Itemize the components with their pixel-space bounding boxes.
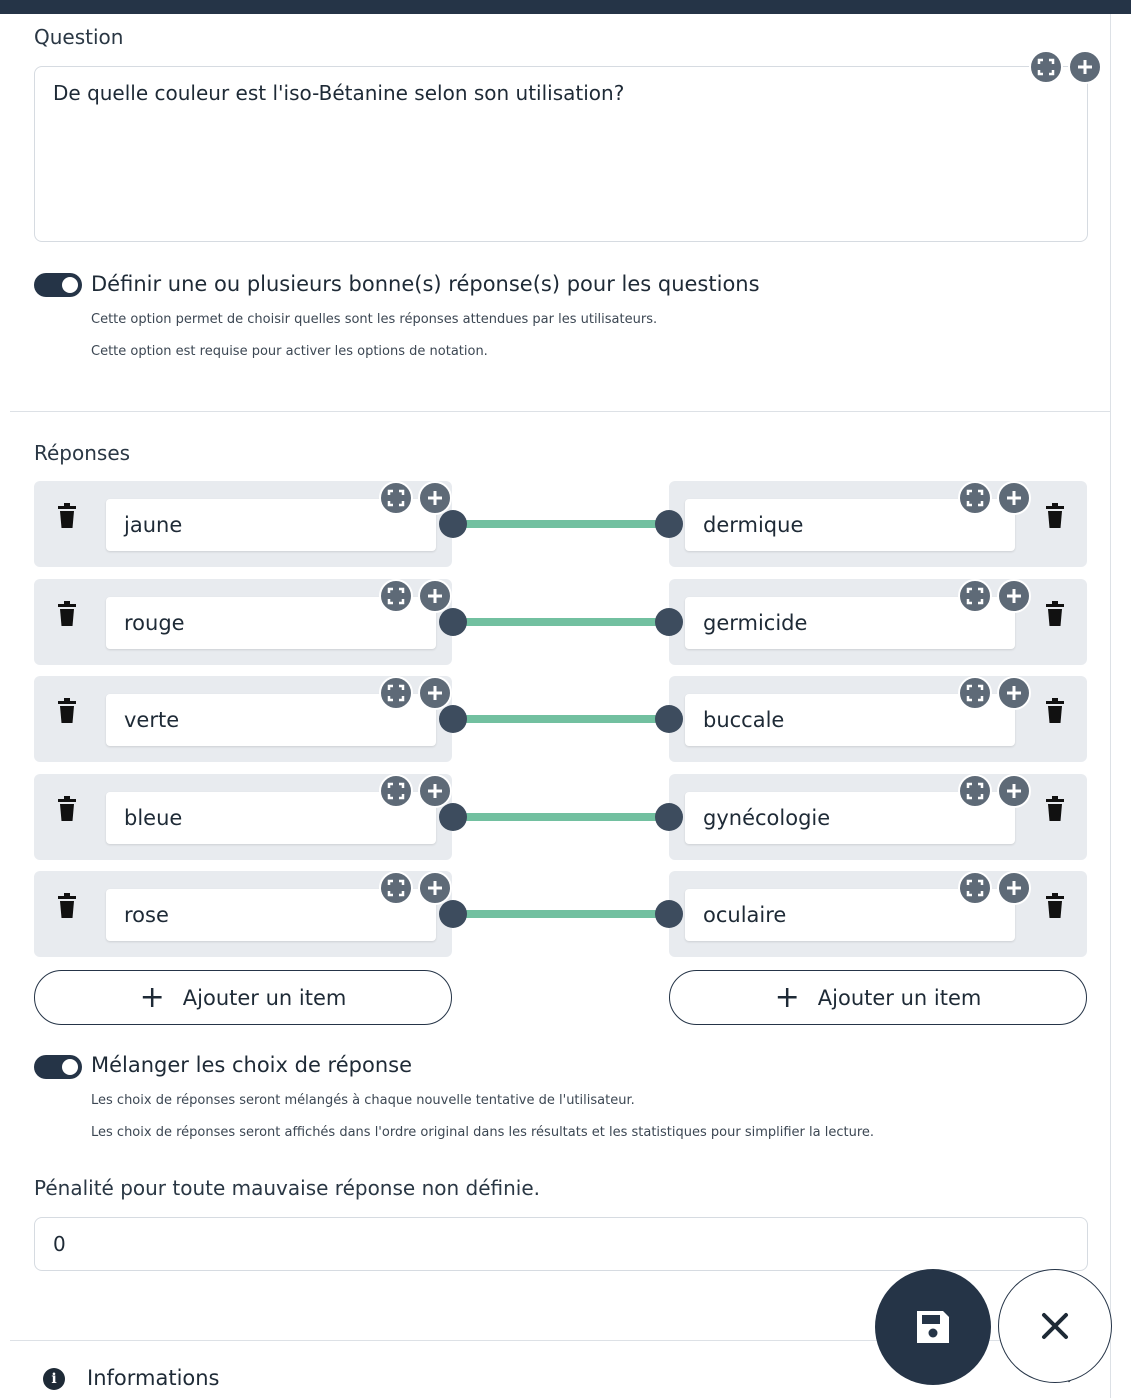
expand-icon[interactable]: [958, 773, 992, 808]
expand-icon[interactable]: [379, 676, 413, 710]
top-bar: [0, 0, 1131, 14]
add-media-icon[interactable]: [418, 578, 452, 613]
section-divider: [10, 411, 1111, 412]
add-left-item-label: Ajouter un item: [182, 985, 347, 1010]
correct-answers-desc-1: Cette option permet de choisir quelles s…: [91, 312, 658, 327]
delete-right-item-icon[interactable]: [1044, 503, 1066, 529]
delete-left-item-icon[interactable]: [56, 698, 78, 724]
correct-answers-title: Définir une ou plusieurs bonne(s) répons…: [91, 272, 760, 296]
expand-icon[interactable]: [958, 578, 992, 613]
delete-left-item-icon[interactable]: [56, 503, 78, 529]
add-media-icon[interactable]: [418, 773, 452, 808]
delete-right-item-icon[interactable]: [1044, 893, 1066, 919]
match-connector: [466, 715, 668, 723]
left-connector-handle[interactable]: [439, 900, 467, 928]
expand-icon[interactable]: [379, 773, 413, 808]
expand-icon[interactable]: [958, 871, 992, 905]
expand-icon[interactable]: [958, 676, 992, 710]
right-connector-handle[interactable]: [655, 802, 683, 831]
add-right-item-button[interactable]: + Ajouter un item: [669, 970, 1087, 1025]
add-media-icon[interactable]: [418, 676, 452, 710]
add-media-icon[interactable]: [418, 871, 452, 905]
response-row: jaune dermique: [0, 481, 1131, 567]
right-connector-handle[interactable]: [655, 607, 683, 636]
response-row: rose oculaire: [0, 871, 1131, 957]
expand-icon[interactable]: [1029, 50, 1063, 84]
response-row: rouge germicide: [0, 578, 1131, 665]
save-icon: [917, 1311, 949, 1343]
add-media-icon[interactable]: [997, 676, 1031, 710]
shuffle-desc-2: Les choix de réponses seront affichés da…: [91, 1125, 875, 1140]
info-icon: i: [43, 1368, 65, 1390]
add-media-icon[interactable]: [997, 578, 1031, 613]
add-media-icon[interactable]: [997, 773, 1031, 808]
add-left-item-button[interactable]: + Ajouter un item: [34, 970, 452, 1025]
expand-icon[interactable]: [379, 871, 413, 905]
match-connector: [466, 520, 668, 528]
delete-right-item-icon[interactable]: [1044, 698, 1066, 724]
left-connector-handle[interactable]: [439, 607, 467, 636]
add-right-item-label: Ajouter un item: [817, 985, 982, 1010]
left-connector-handle[interactable]: [439, 802, 467, 831]
expand-icon[interactable]: [958, 481, 992, 515]
close-button[interactable]: [998, 1269, 1112, 1383]
plus-icon: +: [139, 979, 165, 1015]
delete-left-item-icon[interactable]: [56, 600, 78, 627]
delete-left-item-icon[interactable]: [56, 893, 78, 919]
add-media-icon[interactable]: [1068, 50, 1102, 84]
correct-answers-toggle[interactable]: [34, 273, 82, 297]
question-label: Question: [34, 25, 124, 49]
close-icon: [1042, 1313, 1068, 1339]
match-connector: [466, 812, 668, 821]
response-row: bleue gynécologie: [0, 773, 1131, 860]
plus-icon: +: [774, 979, 800, 1015]
question-textarea[interactable]: De quelle couleur est l'iso-Bétanine sel…: [34, 66, 1088, 242]
save-button[interactable]: [875, 1269, 991, 1385]
add-media-icon[interactable]: [418, 481, 452, 515]
expand-icon[interactable]: [379, 481, 413, 515]
shuffle-desc-1: Les choix de réponses seront mélangés à …: [91, 1093, 635, 1108]
responses-label: Réponses: [34, 441, 131, 465]
informations-section-label[interactable]: Informations: [87, 1366, 220, 1390]
match-connector: [466, 910, 668, 918]
right-connector-handle[interactable]: [655, 900, 683, 928]
delete-right-item-icon[interactable]: [1044, 600, 1066, 627]
penalty-label: Pénalité pour toute mauvaise réponse non…: [34, 1176, 541, 1200]
response-row: verte buccale: [0, 676, 1131, 762]
right-connector-handle[interactable]: [655, 510, 683, 538]
right-connector-handle[interactable]: [655, 705, 683, 733]
match-connector: [466, 617, 668, 626]
delete-right-item-icon[interactable]: [1044, 795, 1066, 822]
shuffle-toggle[interactable]: [34, 1055, 82, 1079]
add-media-icon[interactable]: [997, 481, 1031, 515]
correct-answers-desc-2: Cette option est requise pour activer le…: [91, 344, 488, 359]
add-media-icon[interactable]: [997, 871, 1031, 905]
left-connector-handle[interactable]: [439, 705, 467, 733]
expand-icon[interactable]: [379, 578, 413, 613]
left-connector-handle[interactable]: [439, 510, 467, 538]
penalty-input[interactable]: 0: [34, 1217, 1088, 1271]
delete-left-item-icon[interactable]: [56, 795, 78, 822]
shuffle-title: Mélanger les choix de réponse: [91, 1053, 412, 1077]
